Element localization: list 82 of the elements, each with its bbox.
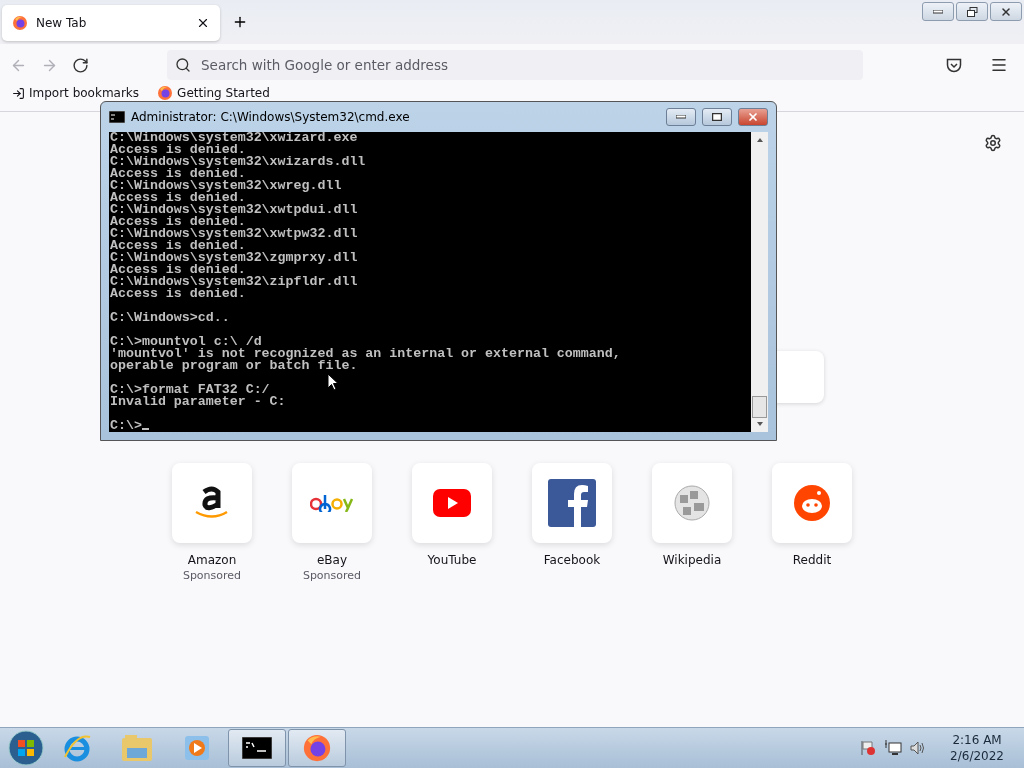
terminal-icon — [109, 111, 125, 123]
speaker-icon[interactable] — [910, 740, 927, 756]
console-line: Access is denied. — [110, 216, 246, 228]
console-line: C:\Windows>cd.. — [110, 312, 231, 324]
sponsored-label: Sponsored — [182, 569, 242, 582]
console-line: Access is denied. — [110, 144, 246, 156]
shortcut-label: eBay — [316, 553, 348, 567]
scrollbar[interactable] — [751, 132, 768, 432]
restore-icon — [966, 6, 978, 17]
shortcut-tile[interactable] — [412, 463, 492, 543]
maximize-icon — [712, 113, 722, 121]
reddit-logo — [794, 485, 830, 521]
console-line: Access is denied. — [110, 288, 246, 300]
youtube-logo — [433, 489, 471, 517]
media-player-icon — [184, 735, 210, 761]
console-line: C:\Windows\system32\xwizard.exe — [110, 132, 359, 144]
console-line: operable program or batch file. — [110, 360, 359, 372]
firefox-icon — [302, 733, 332, 763]
address-bar[interactable]: Search with Google or enter address — [167, 50, 863, 80]
flag-icon[interactable] — [860, 740, 877, 756]
console-line: C:\Windows\system32\xwizards.dll — [110, 156, 367, 168]
restore-button[interactable] — [956, 2, 988, 21]
console-line: Access is denied. — [110, 240, 246, 252]
network-icon[interactable] — [884, 740, 903, 756]
firefox-icon — [157, 85, 174, 101]
browser-tab[interactable]: New Tab — [2, 5, 220, 41]
taskbar-button[interactable] — [228, 729, 286, 767]
reload-icon[interactable] — [72, 56, 89, 74]
terminal-icon — [242, 737, 272, 759]
console-line: C:\Windows\system32\zgmprxy.dll — [110, 252, 359, 264]
maximize-button[interactable] — [702, 108, 732, 126]
console-line: C:\Windows\system32\zipfldr.dll — [110, 276, 359, 288]
facebook-logo — [548, 479, 596, 527]
command-prompt[interactable]: C:\> — [110, 418, 142, 432]
console-line: C:\Windows\system32\xwtpdui.dll — [110, 204, 359, 216]
shortcut-label: Amazon — [187, 553, 237, 567]
new-tab-icon[interactable] — [232, 14, 248, 30]
clock[interactable]: 2:16 AM 2/6/2022 — [950, 732, 1004, 764]
shortcut-tile[interactable] — [652, 463, 732, 543]
text-cursor — [141, 428, 149, 430]
pocket-icon[interactable] — [946, 57, 962, 73]
console-line: C:\Windows\system32\xwtpw32.dll — [110, 228, 359, 240]
minimize-icon — [676, 115, 686, 119]
close-icon[interactable] — [196, 16, 210, 30]
close-button[interactable] — [990, 2, 1022, 21]
scroll-thumb[interactable] — [752, 396, 767, 418]
console-line: Access is denied. — [110, 264, 246, 276]
shortcut-tile[interactable] — [772, 463, 852, 543]
folder-icon — [121, 734, 153, 762]
console-line: C:\>format FAT32 C:/ — [110, 384, 270, 396]
shortcut-tile[interactable] — [172, 463, 252, 543]
shortcut-label: Reddit — [792, 553, 832, 567]
console-line: C:\Windows\system32\xwreg.dll — [110, 180, 343, 192]
globe-icon — [674, 485, 710, 521]
console-line: 'mountvol' is not recognized as an internal or external command, — [110, 348, 622, 360]
sponsored-label: Sponsored — [302, 569, 362, 582]
firefox-icon — [12, 15, 28, 31]
shortcut-label: YouTube — [427, 553, 477, 567]
ebay-logo — [310, 494, 354, 512]
menu-icon[interactable] — [990, 56, 1008, 74]
settings-icon[interactable] — [984, 134, 1002, 152]
shortcut-tile[interactable] — [292, 463, 372, 543]
import-icon — [12, 86, 25, 100]
close-icon — [747, 111, 759, 123]
console-line: Access is denied. — [110, 192, 246, 204]
window-title: Administrator: C:\Windows\System32\cmd.exe — [131, 110, 411, 124]
console-line: Invalid parameter - C: — [110, 396, 287, 408]
console-line: Access is denied. — [110, 168, 246, 180]
close-button[interactable] — [738, 108, 768, 126]
mouse-pointer-icon — [327, 373, 339, 391]
shortcut-tile[interactable] — [532, 463, 612, 543]
close-icon — [1000, 5, 1012, 18]
shortcut-label: Wikipedia — [662, 553, 722, 567]
tab-title: New Tab — [36, 16, 88, 30]
minimize-button[interactable] — [666, 108, 696, 126]
minimize-icon — [933, 9, 943, 14]
bookmark[interactable]: Import bookmarks — [12, 86, 140, 100]
console-line: C:\>mountvol c:\ /d — [110, 336, 262, 348]
shortcut-label: Facebook — [543, 553, 601, 567]
bookmark[interactable]: Getting Started — [157, 86, 270, 100]
browser-e-icon — [62, 733, 92, 763]
start-button[interactable] — [6, 729, 46, 767]
